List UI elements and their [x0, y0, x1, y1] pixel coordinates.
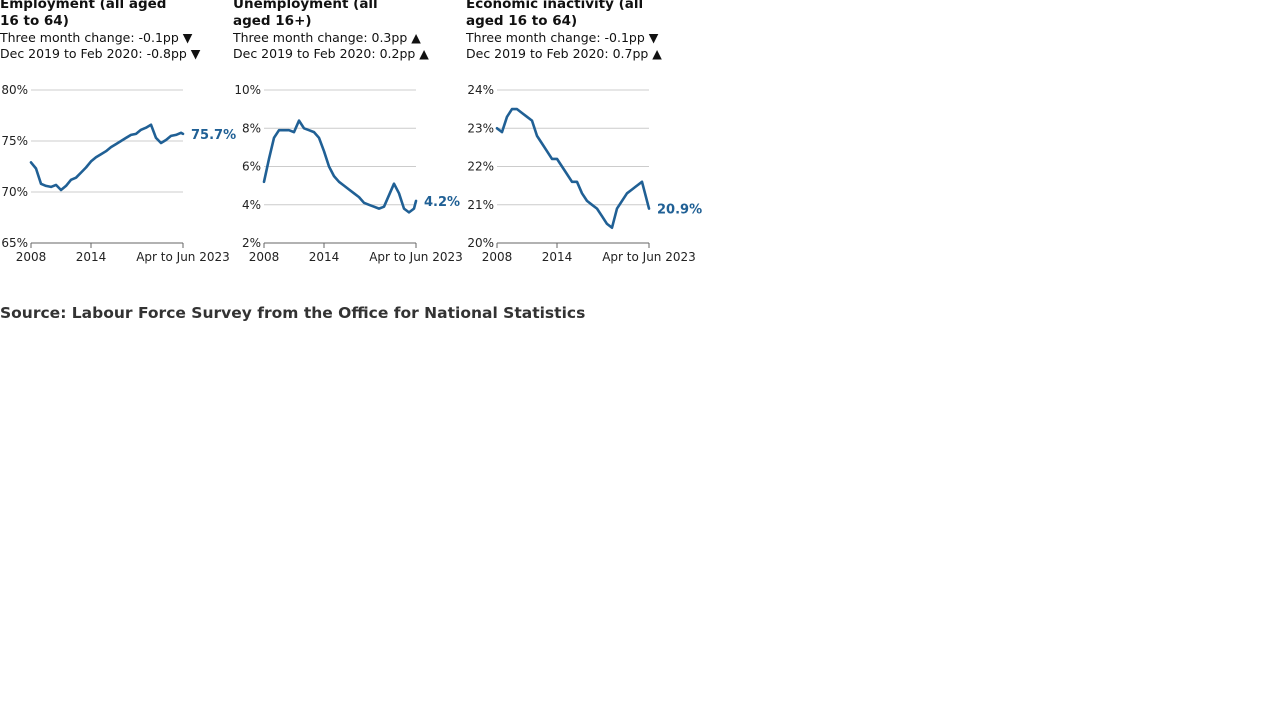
y-tick-label: 70%: [1, 185, 28, 199]
y-tick-label: 4%: [242, 198, 261, 212]
x-tick-label: 2008: [16, 250, 47, 264]
y-tick-label: 80%: [1, 83, 28, 97]
panel-title: Unemployment (all aged 16+): [233, 0, 378, 29]
covid-change: Dec 2019 to Feb 2020: 0.2pp ▲: [233, 46, 429, 61]
covid-change: Dec 2019 to Feb 2020: -0.8pp ▼: [0, 46, 201, 61]
y-tick-label: 10%: [234, 83, 261, 97]
y-tick-label: 20%: [467, 236, 494, 250]
y-tick-label: 22%: [467, 160, 494, 174]
x-tick-label: Apr to Jun 2023: [136, 250, 230, 264]
three-month-change: Three month change: 0.3pp ▲: [233, 30, 421, 45]
covid-change: Dec 2019 to Feb 2020: 0.7pp ▲: [466, 46, 662, 61]
source-note: Source: Labour Force Survey from the Off…: [0, 304, 586, 322]
x-tick-label: Apr to Jun 2023: [602, 250, 696, 264]
unemployment-panel: Unemployment (all aged 16+) Three month …: [233, 0, 466, 264]
end-value-label: 20.9%: [657, 203, 702, 218]
three-month-change: Three month change: -0.1pp ▼: [0, 30, 193, 45]
unemployment-chart: 2% 4% 6% 8% 10% 2008 2014 Apr to Jun 2023 4.2%: [234, 83, 463, 264]
y-tick-label: 75%: [1, 134, 28, 148]
inactivity-chart: 20% 21% 22% 23% 24% 2008 2014 Apr to Jun 2023 20…: [467, 83, 702, 264]
panel-title: Economic inactivity (all aged 16 to 64): [466, 0, 644, 29]
series-line: [495, 107, 651, 229]
y-tick-label: 2%: [242, 236, 261, 250]
end-value-label: 75.7%: [191, 128, 236, 143]
x-tick-label: 2008: [482, 250, 513, 264]
panel-title: Employment (all aged 16 to 64): [0, 0, 167, 29]
y-tick-label: 65%: [1, 236, 28, 250]
x-tick-label: 2014: [76, 250, 107, 264]
inactivity-panel: Economic inactivity (all aged 16 to 64) …: [466, 0, 702, 264]
end-value-label: 4.2%: [424, 195, 460, 210]
three-month-change: Three month change: -0.1pp ▼: [466, 30, 659, 45]
series-line: [29, 123, 185, 192]
employment-panel: Employment (all aged 16 to 64) Three mon…: [0, 0, 236, 264]
y-tick-label: 24%: [467, 83, 494, 97]
x-tick-label: 2014: [542, 250, 573, 264]
x-tick-label: 2014: [309, 250, 340, 264]
employment-chart: 65% 70% 75% 80% 2008 2014 Apr to Jun 2023 75.7%: [1, 83, 236, 264]
y-tick-label: 8%: [242, 121, 261, 135]
x-tick-label: Apr to Jun 2023: [369, 250, 463, 264]
y-tick-label: 6%: [242, 160, 261, 174]
y-tick-label: 21%: [467, 198, 494, 212]
x-tick-label: 2008: [249, 250, 280, 264]
y-tick-label: 23%: [467, 121, 494, 135]
